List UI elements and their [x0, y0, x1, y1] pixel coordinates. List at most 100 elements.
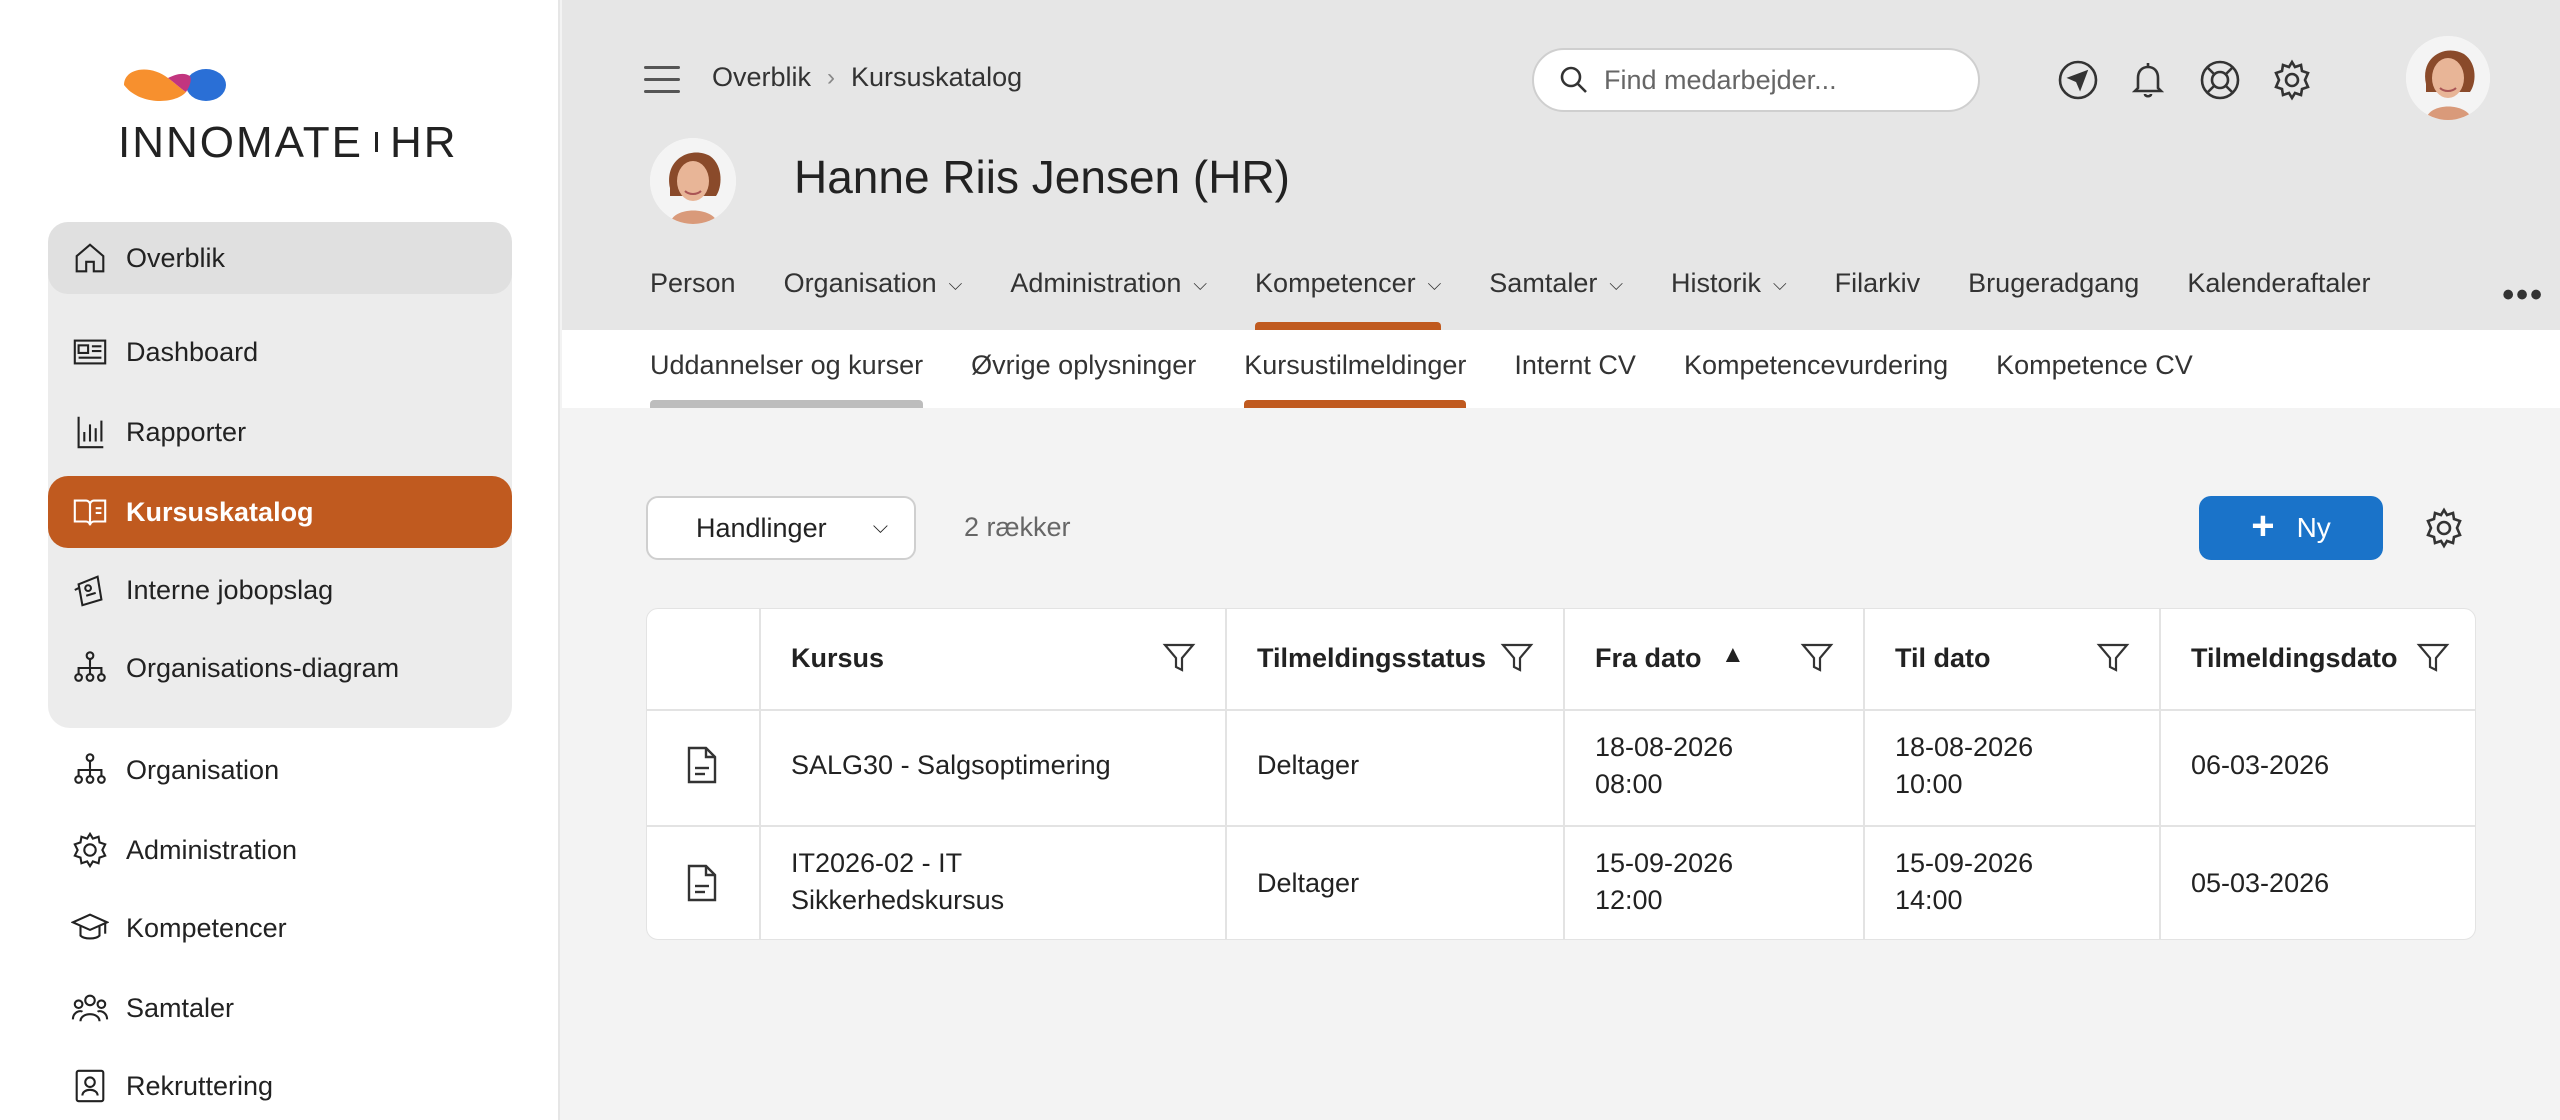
subtab-kompetencevurdering[interactable]: Kompetencevurdering: [1684, 350, 1948, 408]
tab-kalenderaftaler[interactable]: Kalenderaftaler: [2187, 268, 2379, 330]
person-name: Hanne Riis Jensen (HR): [794, 151, 1290, 203]
header-divider: [647, 709, 2475, 711]
sub-tabs: Uddannelser og kurser Øvrige oplysninger…: [562, 330, 2560, 408]
dashboard-icon: [70, 332, 110, 372]
column-divider: [759, 609, 761, 939]
graduation-cap-icon: [70, 908, 110, 948]
user-avatar[interactable]: [2406, 36, 2490, 120]
new-button-label: Ny: [2296, 512, 2331, 543]
person-avatar: [650, 138, 736, 224]
chevron-down-icon: ⌵: [1193, 274, 1208, 294]
filter-icon[interactable]: [1799, 639, 1835, 675]
sidebar-item-dashboard[interactable]: Dashboard: [48, 316, 512, 388]
tab-historik[interactable]: Historik ⌵: [1671, 268, 1787, 330]
cell-from-time: 08:00: [1595, 769, 1663, 799]
tab-administration[interactable]: Administration ⌵: [1010, 268, 1207, 330]
document-icon[interactable]: [685, 863, 719, 903]
subtab-uddannelser-og-kurser[interactable]: Uddannelser og kurser: [650, 350, 924, 408]
sidebar-item-label: Dashboard: [126, 336, 259, 367]
sidebar-item-administration[interactable]: Administration: [48, 814, 512, 886]
subtab-kompetence-cv[interactable]: Kompetence CV: [1996, 350, 2193, 408]
org-chart-icon: [70, 648, 110, 688]
breadcrumb-link-overblik[interactable]: Overblik: [712, 62, 811, 93]
row-count: 2 rækker: [964, 512, 1071, 542]
row-divider: [647, 825, 2475, 827]
menu-icon[interactable]: [644, 66, 680, 94]
sidebar-item-interne-jobopslag[interactable]: Interne jobopslag: [48, 554, 512, 626]
sidebar-item-label: Rapporter: [126, 416, 247, 447]
sidebar-item-label: Kursuskatalog: [126, 496, 314, 527]
new-button[interactable]: + Ny: [2199, 496, 2383, 560]
subtab-oevrige-oplysninger[interactable]: Øvrige oplysninger: [971, 350, 1196, 408]
sidebar-item-label: Administration: [126, 834, 298, 865]
filter-icon[interactable]: [1161, 639, 1197, 675]
navigation-icon[interactable]: [2056, 58, 2100, 102]
tab-samtaler[interactable]: Samtaler ⌵: [1489, 268, 1623, 330]
settings-gear-icon[interactable]: [2270, 58, 2314, 102]
chevron-down-icon: ⌵: [1609, 274, 1623, 294]
column-header-tilmeldingsstatus[interactable]: Tilmeldingsstatus: [1257, 643, 1486, 674]
tab-organisation[interactable]: Organisation ⌵: [784, 268, 963, 330]
page-header: Overblik › Kursuskatalog Find medarbejde…: [562, 0, 2560, 330]
column-header-tilmeldingsdato[interactable]: Tilmeldingsdato: [2191, 643, 2398, 674]
enrollments-table: Kursus Tilmeldingsstatus Fra dato ▲ Til …: [646, 608, 2476, 940]
tab-filarkiv[interactable]: Filarkiv: [1835, 268, 1921, 330]
sidebar-item-label: Organisation: [126, 754, 280, 785]
table-settings-icon[interactable]: [2422, 506, 2466, 550]
cell-status: Deltager: [1257, 750, 1360, 780]
cell-course[interactable]: SALG30 - Salgsoptimering: [791, 747, 1111, 784]
plus-icon: +: [2251, 503, 2275, 548]
breadcrumb-current: Kursuskatalog: [851, 62, 1023, 92]
actions-label: Handlinger: [696, 512, 827, 543]
sidebar: INNOMATE HR Overblik Dashboard Rapporter …: [0, 0, 560, 1120]
document-icon[interactable]: [685, 745, 719, 785]
actions-dropdown[interactable]: Handlinger ⌵: [646, 496, 916, 560]
subtab-internt-cv[interactable]: Internt CV: [1514, 350, 1636, 408]
search-input[interactable]: [1604, 64, 1964, 96]
sidebar-item-organisation[interactable]: Organisation: [48, 734, 512, 806]
employee-search[interactable]: [1532, 48, 1980, 112]
chevron-down-icon: ⌵: [1773, 274, 1787, 294]
column-divider: [1225, 609, 1227, 939]
sidebar-item-kursuskatalog[interactable]: Kursuskatalog: [48, 476, 512, 548]
sidebar-item-label: Rekruttering: [126, 1070, 274, 1101]
sidebar-item-label: Samtaler: [126, 992, 235, 1023]
cell-to-date: 15-09-2026: [1895, 848, 2034, 878]
chevron-down-icon: ⌵: [1427, 274, 1442, 294]
sidebar-item-rekruttering[interactable]: Rekruttering: [48, 1050, 512, 1120]
column-divider: [1863, 609, 1865, 939]
cell-to-time: 10:00: [1895, 769, 1963, 799]
book-icon: [70, 492, 110, 532]
cell-to-time: 14:00: [1895, 885, 1963, 915]
sort-ascending-icon[interactable]: ▲: [1721, 641, 1745, 669]
sidebar-item-label: Organisations-diagram: [126, 652, 400, 683]
chevron-down-icon: ⌵: [872, 516, 888, 538]
filter-icon[interactable]: [2415, 639, 2451, 675]
sidebar-item-kompetencer[interactable]: Kompetencer: [48, 892, 512, 964]
cell-status: Deltager: [1257, 868, 1360, 898]
column-header-fra-dato[interactable]: Fra dato: [1595, 643, 1702, 674]
column-header-til-dato[interactable]: Til dato: [1895, 643, 1991, 674]
sidebar-item-label: Kompetencer: [126, 912, 287, 943]
filter-icon[interactable]: [1499, 639, 1535, 675]
cell-course-line2[interactable]: Sikkerhedskursus: [791, 882, 1004, 919]
sidebar-item-rapporter[interactable]: Rapporter: [48, 396, 512, 468]
main-tabs: Person Organisation ⌵ Administration ⌵ Kom…: [650, 268, 2379, 330]
tab-kompetencer[interactable]: Kompetencer ⌵: [1255, 268, 1442, 330]
sidebar-item-label: Interne jobopslag: [126, 574, 334, 605]
subtab-kursustilmeldinger[interactable]: Kursustilmeldinger: [1244, 350, 1467, 408]
search-icon: [1560, 66, 1587, 93]
bell-icon[interactable]: [2126, 58, 2170, 102]
column-divider: [2159, 609, 2161, 939]
column-header-kursus[interactable]: Kursus: [791, 643, 884, 674]
innomate-hr-logo[interactable]: INNOMATE HR: [118, 60, 456, 170]
help-lifebuoy-icon[interactable]: [2198, 58, 2242, 102]
tab-brugeradgang[interactable]: Brugeradgang: [1968, 268, 2139, 330]
cell-course[interactable]: IT2026-02 - IT: [791, 845, 962, 882]
sidebar-item-samtaler[interactable]: Samtaler: [48, 972, 512, 1044]
sidebar-item-overblik[interactable]: Overblik: [48, 222, 512, 294]
filter-icon[interactable]: [2095, 639, 2131, 675]
more-tabs-icon[interactable]: •••: [2502, 276, 2544, 315]
tab-person[interactable]: Person: [650, 268, 736, 330]
sidebar-item-organisations-diagram[interactable]: Organisations-diagram: [48, 632, 512, 704]
